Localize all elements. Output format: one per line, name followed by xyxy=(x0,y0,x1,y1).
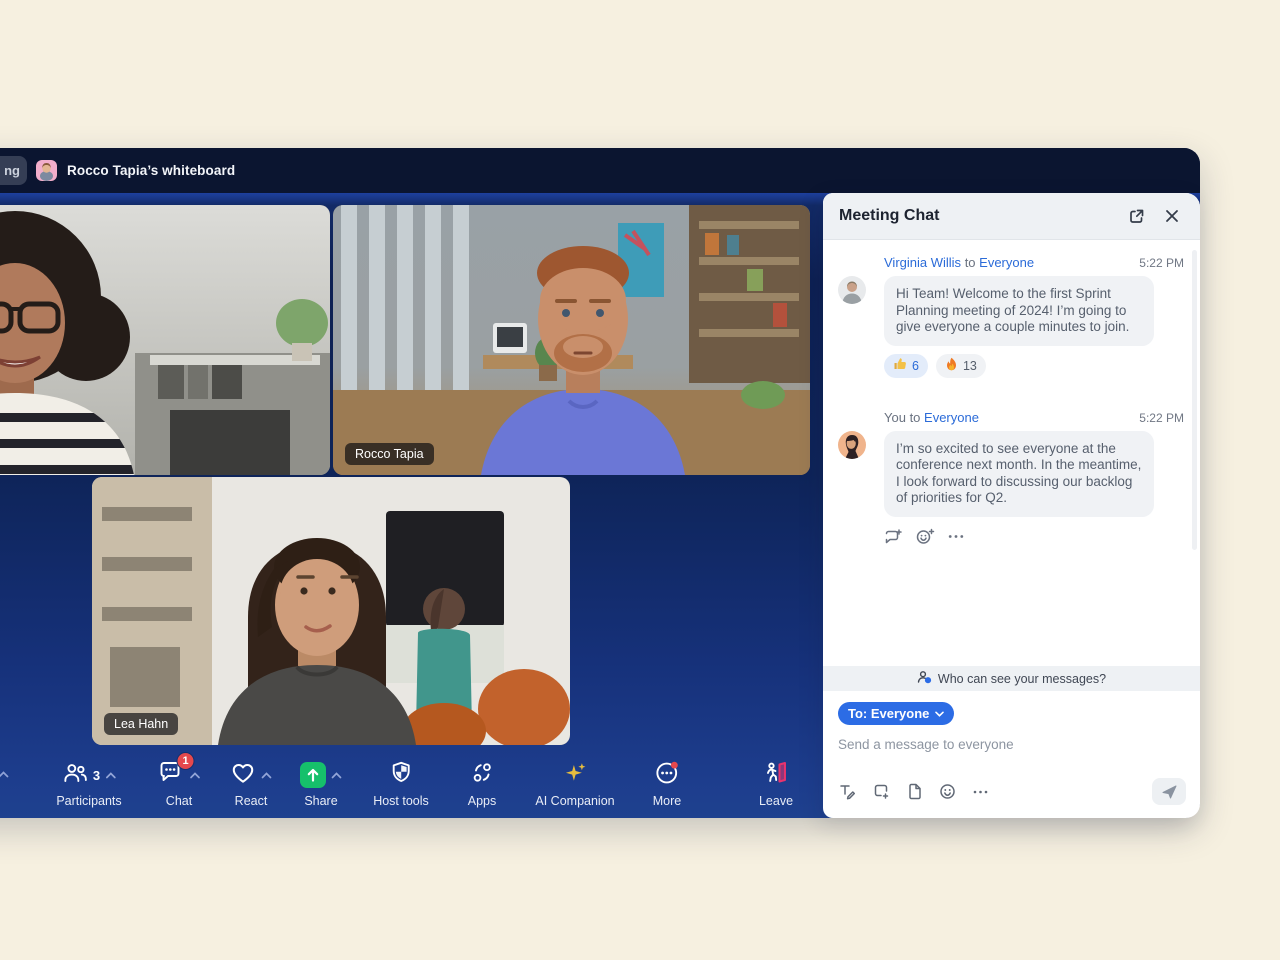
participant-1-video xyxy=(0,205,330,475)
send-button[interactable] xyxy=(1152,778,1186,805)
chat-footer: Who can see your messages? To: Everyone … xyxy=(823,666,1200,818)
message-time: 5:22 PM xyxy=(1139,256,1184,270)
message-sender: Virginia Willis xyxy=(884,255,961,270)
ai-companion-button[interactable]: AI Companion xyxy=(535,761,614,808)
chevron-down-icon xyxy=(935,711,944,717)
chat-panel-title: Meeting Chat xyxy=(839,207,1124,225)
leave-button[interactable]: Leave xyxy=(759,761,793,808)
lea-hahn-video xyxy=(92,477,570,745)
message-more-icon[interactable] xyxy=(948,534,964,539)
participant-name-tag: Rocco Tapia xyxy=(345,443,434,465)
react-label: React xyxy=(235,794,268,808)
chat-message: Virginia Willis to Everyone 5:22 PM Hi T… xyxy=(838,255,1184,378)
chat-menu-chevron-icon[interactable] xyxy=(190,766,201,784)
compose-area: To: Everyone Send a message to everyone xyxy=(823,691,1200,754)
participants-menu-chevron-icon[interactable] xyxy=(105,766,116,784)
message-bubble: Hi Team! Welcome to the first Sprint Pla… xyxy=(884,276,1154,346)
more-button[interactable]: More xyxy=(653,761,681,808)
message-recipient: Everyone xyxy=(979,255,1034,270)
leave-door-icon xyxy=(763,760,789,791)
meeting-titlebar: ng Rocco Tapia’s whiteboard xyxy=(0,148,1200,193)
host-tools-button[interactable]: Host tools xyxy=(373,761,429,808)
tab-meeting-partial-label: ng xyxy=(4,163,20,178)
cutoff-control-chevron-icon[interactable] xyxy=(0,765,9,783)
pop-out-icon[interactable] xyxy=(1124,204,1148,228)
tab-meeting-partial[interactable]: ng xyxy=(0,156,27,185)
chat-button[interactable]: 1 Chat xyxy=(158,761,201,808)
reaction-count: 6 xyxy=(912,359,919,373)
apps-button[interactable]: Apps xyxy=(468,761,497,808)
sender-avatar xyxy=(838,431,866,459)
message-input[interactable]: Send a message to everyone xyxy=(838,737,1185,754)
message-time: 5:22 PM xyxy=(1139,411,1184,425)
more-label: More xyxy=(653,794,681,808)
who-can-see-bar[interactable]: Who can see your messages? xyxy=(823,666,1200,691)
message-to-word: to xyxy=(910,410,921,425)
rocco-tapia-video xyxy=(333,205,810,475)
compose-toolbar xyxy=(823,778,1200,805)
reaction-count: 13 xyxy=(963,359,977,373)
compose-more-icon[interactable] xyxy=(973,790,988,794)
chat-unread-badge: 1 xyxy=(177,752,195,770)
apps-icon xyxy=(470,760,495,790)
reaction-pill-fire[interactable]: 13 xyxy=(936,354,986,378)
leave-label: Leave xyxy=(759,794,793,808)
ai-companion-sparkle-icon xyxy=(562,760,588,791)
message-sender: You xyxy=(884,410,906,425)
to-recipient-label: To: Everyone xyxy=(848,706,929,721)
to-recipient-selector[interactable]: To: Everyone xyxy=(838,702,954,725)
who-can-see-label: Who can see your messages? xyxy=(938,672,1106,686)
host-tools-label: Host tools xyxy=(373,794,429,808)
participants-icon xyxy=(62,761,88,790)
participants-count: 3 xyxy=(93,768,100,783)
text-format-icon[interactable] xyxy=(839,783,856,800)
message-bubble: I’m so excited to see everyone at the co… xyxy=(884,431,1154,517)
message-recipient: Everyone xyxy=(924,410,979,425)
meeting-chat-panel: Meeting Chat Virginia Willis to Everyone… xyxy=(823,193,1200,818)
shield-icon xyxy=(389,760,413,790)
chat-message-list: Virginia Willis to Everyone 5:22 PM Hi T… xyxy=(823,240,1200,666)
participants-label: Participants xyxy=(56,794,121,808)
reaction-pill-thumbs-up[interactable]: 6 xyxy=(884,354,928,378)
fire-emoji-icon xyxy=(945,357,958,374)
participant-name-tag: Lea Hahn xyxy=(104,713,178,735)
apps-label: Apps xyxy=(468,794,497,808)
share-screen-icon xyxy=(300,762,326,788)
react-menu-chevron-icon[interactable] xyxy=(261,766,272,784)
react-button[interactable]: React xyxy=(230,761,272,808)
whiteboard-tab-title: Rocco Tapia’s whiteboard xyxy=(67,163,235,178)
video-tile-lea-hahn[interactable]: Lea Hahn xyxy=(92,477,570,745)
more-icon xyxy=(654,760,680,791)
whiteboard-owner-avatar-icon xyxy=(36,160,57,181)
add-reaction-icon[interactable] xyxy=(916,528,935,545)
share-label: Share xyxy=(304,794,337,808)
participants-button[interactable]: 3 Participants xyxy=(56,761,121,808)
attach-file-icon[interactable] xyxy=(907,783,922,800)
screen-capture-icon[interactable] xyxy=(873,783,890,800)
message-to-word: to xyxy=(965,255,976,270)
tab-whiteboard[interactable]: Rocco Tapia’s whiteboard xyxy=(36,148,235,193)
emoji-icon[interactable] xyxy=(939,783,956,800)
chat-message: You to Everyone 5:22 PM I’m so excited t… xyxy=(838,410,1184,545)
chat-scrollbar[interactable] xyxy=(1192,250,1197,550)
video-tile-participant-1[interactable] xyxy=(0,205,330,475)
thumbs-up-emoji-icon xyxy=(893,357,907,374)
reply-in-thread-icon[interactable] xyxy=(884,528,903,545)
share-menu-chevron-icon[interactable] xyxy=(331,766,342,784)
send-plane-icon xyxy=(1162,785,1177,799)
chat-header: Meeting Chat xyxy=(823,193,1200,240)
chat-label: Chat xyxy=(166,794,192,808)
share-button[interactable]: Share xyxy=(300,761,342,808)
video-tile-rocco-tapia[interactable]: Rocco Tapia xyxy=(333,205,810,475)
person-privacy-icon xyxy=(917,670,932,687)
chat-icon: 1 xyxy=(158,760,185,790)
sender-avatar xyxy=(838,276,866,304)
close-icon[interactable] xyxy=(1160,204,1184,228)
heart-icon xyxy=(230,761,256,790)
ai-companion-label: AI Companion xyxy=(535,794,614,808)
